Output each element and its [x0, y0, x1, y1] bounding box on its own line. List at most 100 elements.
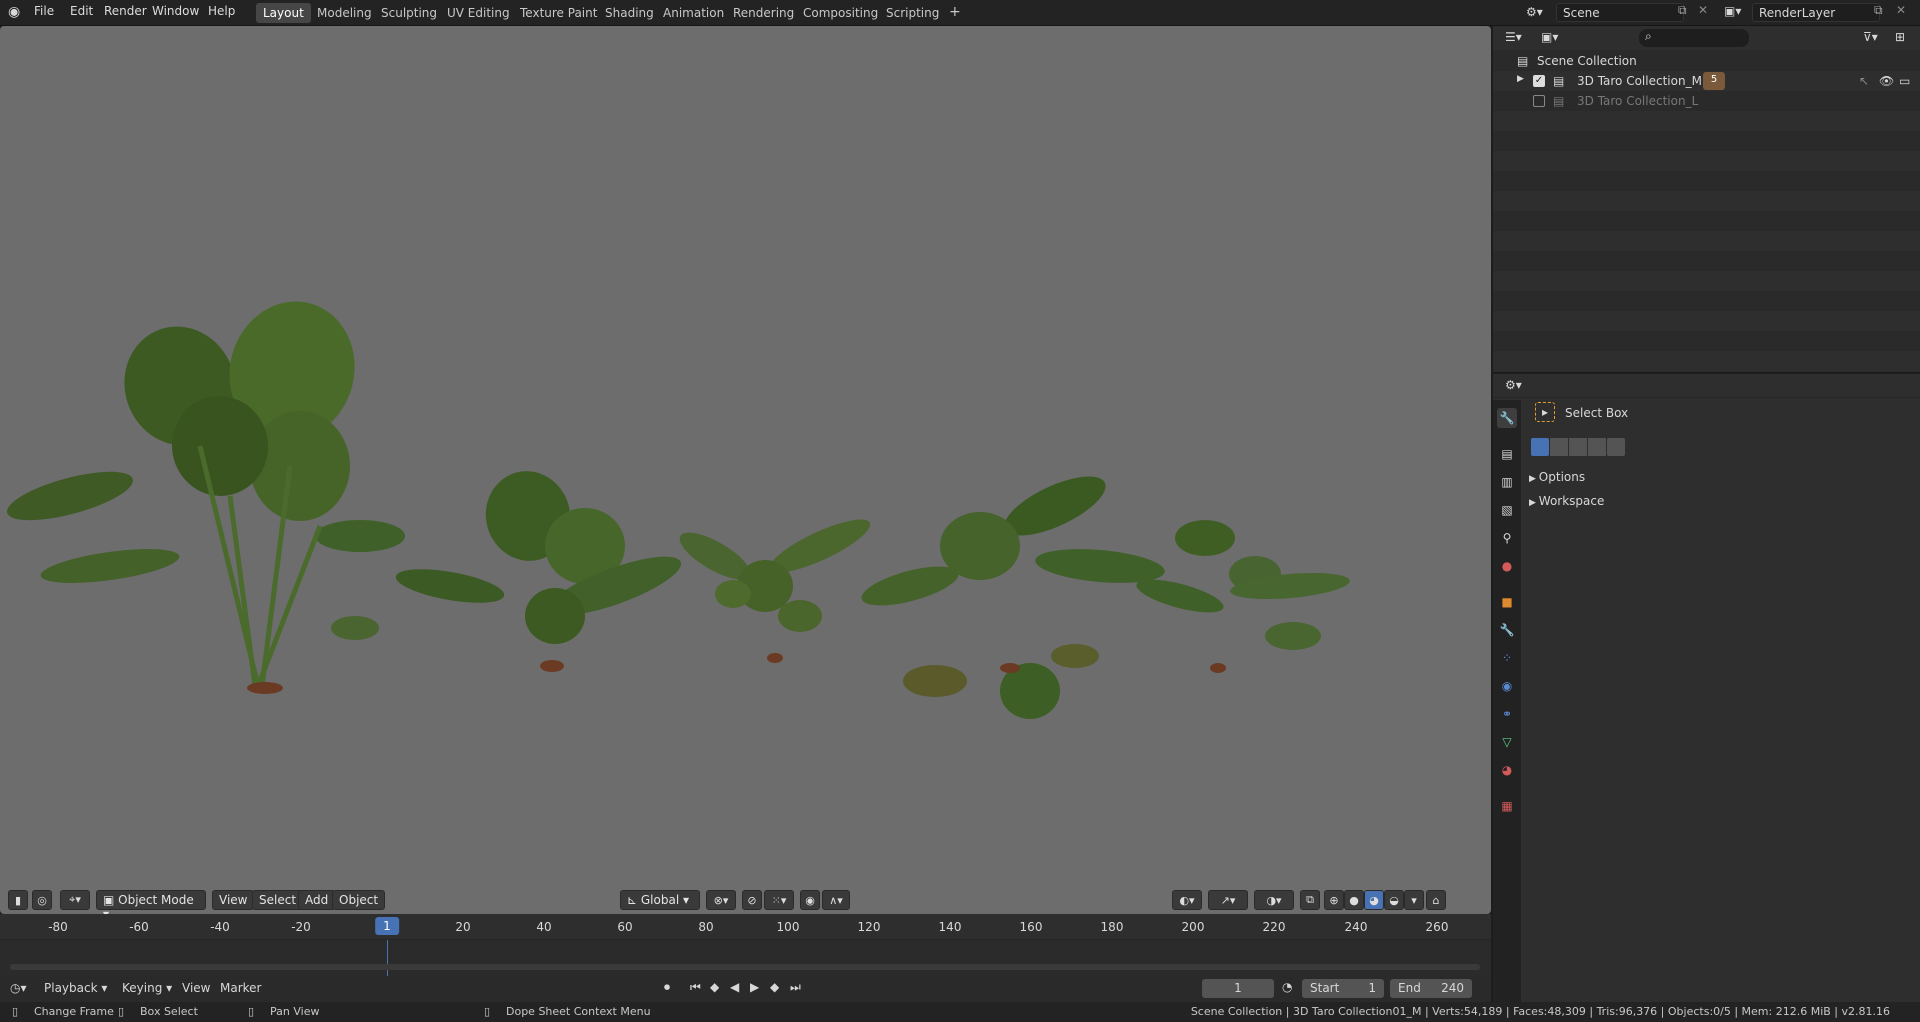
monitor-icon[interactable]: ▭ [1899, 74, 1910, 88]
tab-compositing[interactable]: Compositing [796, 3, 885, 23]
menu-select[interactable]: Select [252, 890, 304, 910]
properties-editor[interactable]: ⚙▾ ▸ Select Box ▶ Options ▶ Workspace [1493, 374, 1920, 1002]
menu-object[interactable]: Object [332, 890, 386, 910]
jump-start-icon[interactable]: ⏮ [690, 980, 701, 995]
outliner-row-scene-collection[interactable]: ▤ Scene Collection [1493, 51, 1920, 71]
particles-tab-icon[interactable]: ⁘ [1497, 648, 1517, 668]
constraints-tab-icon[interactable]: ⚭ [1497, 704, 1517, 724]
menu-edit[interactable]: Edit [70, 4, 93, 18]
visibility-icon[interactable]: ◐▾ [1172, 890, 1202, 910]
menu-file[interactable]: File [34, 4, 54, 18]
snap-toggle-icon[interactable]: ⊘ [742, 890, 762, 910]
tab-texture-paint[interactable]: Texture Paint [513, 3, 604, 23]
view-camera-icon[interactable]: ⌂ [1426, 890, 1446, 910]
3d-viewport[interactable]: ▮ ◎ ⌖▾ ▣ Object Mode ▾ View Select Add O… [0, 26, 1491, 914]
pivot-icon[interactable]: ⊗▾ [706, 890, 736, 910]
material-shading-icon[interactable]: ◕ [1364, 890, 1384, 910]
eye-icon[interactable]: 👁 [1879, 74, 1894, 88]
editor-type-icon[interactable]: ☰▾ [1505, 30, 1522, 44]
world-tab-icon[interactable]: ● [1497, 556, 1517, 576]
orientation-dropdown[interactable]: ⊾ Global ▾ [620, 890, 700, 910]
outliner-row-collection-m[interactable]: ▶ ✓ ▤ 3D Taro Collection_M 5 ↖ 👁 ▭ [1493, 71, 1920, 91]
new-layer-icon[interactable]: ⧉ [1874, 3, 1883, 18]
tab-layout[interactable]: Layout [256, 3, 311, 23]
tab-sculpting[interactable]: Sculpting [374, 3, 444, 23]
panel-options[interactable]: ▶ Options [1529, 470, 1585, 484]
tab-rendering[interactable]: Rendering [726, 3, 801, 23]
scene-field[interactable]: Scene [1556, 3, 1684, 22]
tab-shading[interactable]: Shading [598, 3, 661, 23]
output-tab-icon[interactable]: ▥ [1497, 472, 1517, 492]
new-collection-icon[interactable]: ⊞ [1895, 30, 1905, 44]
object-tab-icon[interactable]: ■ [1497, 592, 1517, 612]
mode-intersect-icon[interactable] [1607, 438, 1625, 456]
jump-end-icon[interactable]: ⏭ [790, 980, 801, 995]
next-keyframe-icon[interactable]: ◆ [770, 980, 779, 994]
blender-logo-icon[interactable]: ◉ [8, 4, 20, 20]
menu-add[interactable]: Add [298, 890, 336, 910]
mode-extend-icon[interactable] [1550, 438, 1568, 456]
filter-icon[interactable]: ⊽▾ [1863, 30, 1878, 44]
tab-uv-editing[interactable]: UV Editing [440, 3, 517, 23]
object-count-badge[interactable]: 5 [1703, 72, 1725, 90]
select-arrow-icon[interactable]: ↖ [1859, 74, 1869, 88]
falloff-icon[interactable]: ∧▾ [822, 890, 850, 910]
tab-scripting[interactable]: Scripting [879, 3, 946, 23]
camera-icon[interactable]: ◎ [32, 890, 52, 910]
physics-tab-icon[interactable]: ◉ [1497, 676, 1517, 696]
current-frame-field[interactable]: 1 [1202, 979, 1274, 998]
tab-animation[interactable]: Animation [656, 3, 731, 23]
timeline-scrollbar[interactable] [10, 964, 1480, 970]
search-input[interactable]: ⌕ [1639, 29, 1749, 47]
close-icon[interactable]: ✕ [1896, 3, 1906, 17]
end-frame-field[interactable]: End 240 [1390, 979, 1472, 998]
shading-options-icon[interactable]: ▾ [1404, 890, 1424, 910]
proportional-edit-icon[interactable]: ◉ [800, 890, 820, 910]
tab-modeling[interactable]: Modeling [310, 3, 379, 23]
mode-set-icon[interactable] [1531, 438, 1549, 456]
frame-ruler[interactable]: -80 -60 -40 -20 1 20 40 60 80 100 120 14… [0, 914, 1491, 940]
render-layer-icon[interactable]: ▣▾ [1724, 4, 1741, 18]
scene-tab-icon[interactable]: ⚲ [1497, 528, 1517, 548]
menu-help[interactable]: Help [208, 4, 235, 18]
render-tab-icon[interactable]: ▤ [1497, 444, 1517, 464]
menu-render[interactable]: Render [104, 4, 147, 18]
view-layer-tab-icon[interactable]: ▧ [1497, 500, 1517, 520]
xray-icon[interactable]: ⧉ [1300, 890, 1320, 910]
bookmark-icon[interactable]: ▮ [8, 890, 28, 910]
new-scene-icon[interactable]: ⧉ [1678, 3, 1687, 18]
editor-type-icon[interactable]: ⚙▾ [1505, 378, 1522, 392]
menu-marker[interactable]: Marker [220, 981, 261, 995]
scene-icon[interactable]: ⚙▾ [1526, 5, 1543, 19]
mode-invert-icon[interactable] [1588, 438, 1606, 456]
close-icon[interactable]: ✕ [1698, 3, 1708, 17]
menu-keying[interactable]: Keying ▾ [122, 981, 172, 995]
object-mode-dropdown[interactable]: ▣ Object Mode ▾ [96, 890, 206, 914]
snap-target-icon[interactable]: ⁙▾ [764, 890, 794, 910]
play-icon[interactable]: ▶ [750, 980, 759, 994]
menu-view[interactable]: View [182, 981, 210, 995]
panel-workspace[interactable]: ▶ Workspace [1529, 494, 1604, 508]
expand-arrow-icon[interactable]: ▶ [1517, 74, 1524, 84]
tool-tab-icon[interactable]: 🔧 [1497, 408, 1517, 428]
clock-icon[interactable]: ◷▾ [10, 981, 27, 995]
solid-shading-icon[interactable]: ● [1344, 890, 1364, 910]
outliner-row-collection-l[interactable]: ▤ 3D Taro Collection_L [1493, 91, 1920, 111]
menu-playback[interactable]: Playback ▾ [44, 981, 107, 995]
mode-subtract-icon[interactable] [1569, 438, 1587, 456]
start-frame-field[interactable]: Start 1 [1302, 979, 1384, 998]
outliner[interactable]: ☰▾ ▣▾ ⌕ ⊽▾ ⊞ ▤ Scene Collection ▶ ✓ ▤ 3D… [1493, 26, 1920, 372]
checkbox-checked-icon[interactable]: ✓ [1533, 75, 1545, 87]
current-frame-marker[interactable]: 1 [375, 917, 399, 935]
prev-keyframe-icon[interactable]: ◆ [710, 980, 719, 994]
texture-tab-icon[interactable]: ▦ [1497, 796, 1517, 816]
stopwatch-icon[interactable]: ◔ [1282, 980, 1292, 994]
add-workspace-button[interactable]: + [942, 3, 968, 23]
checkbox-unchecked-icon[interactable] [1533, 95, 1545, 107]
play-reverse-icon[interactable]: ◀ [730, 980, 739, 994]
editor-type-icon[interactable]: ⌖▾ [60, 890, 90, 910]
data-tab-icon[interactable]: ▽ [1497, 732, 1517, 752]
wireframe-shading-icon[interactable]: ⊕ [1324, 890, 1344, 910]
record-icon[interactable]: ⏺ [664, 980, 670, 995]
modifier-tab-icon[interactable]: 🔧 [1497, 620, 1517, 640]
